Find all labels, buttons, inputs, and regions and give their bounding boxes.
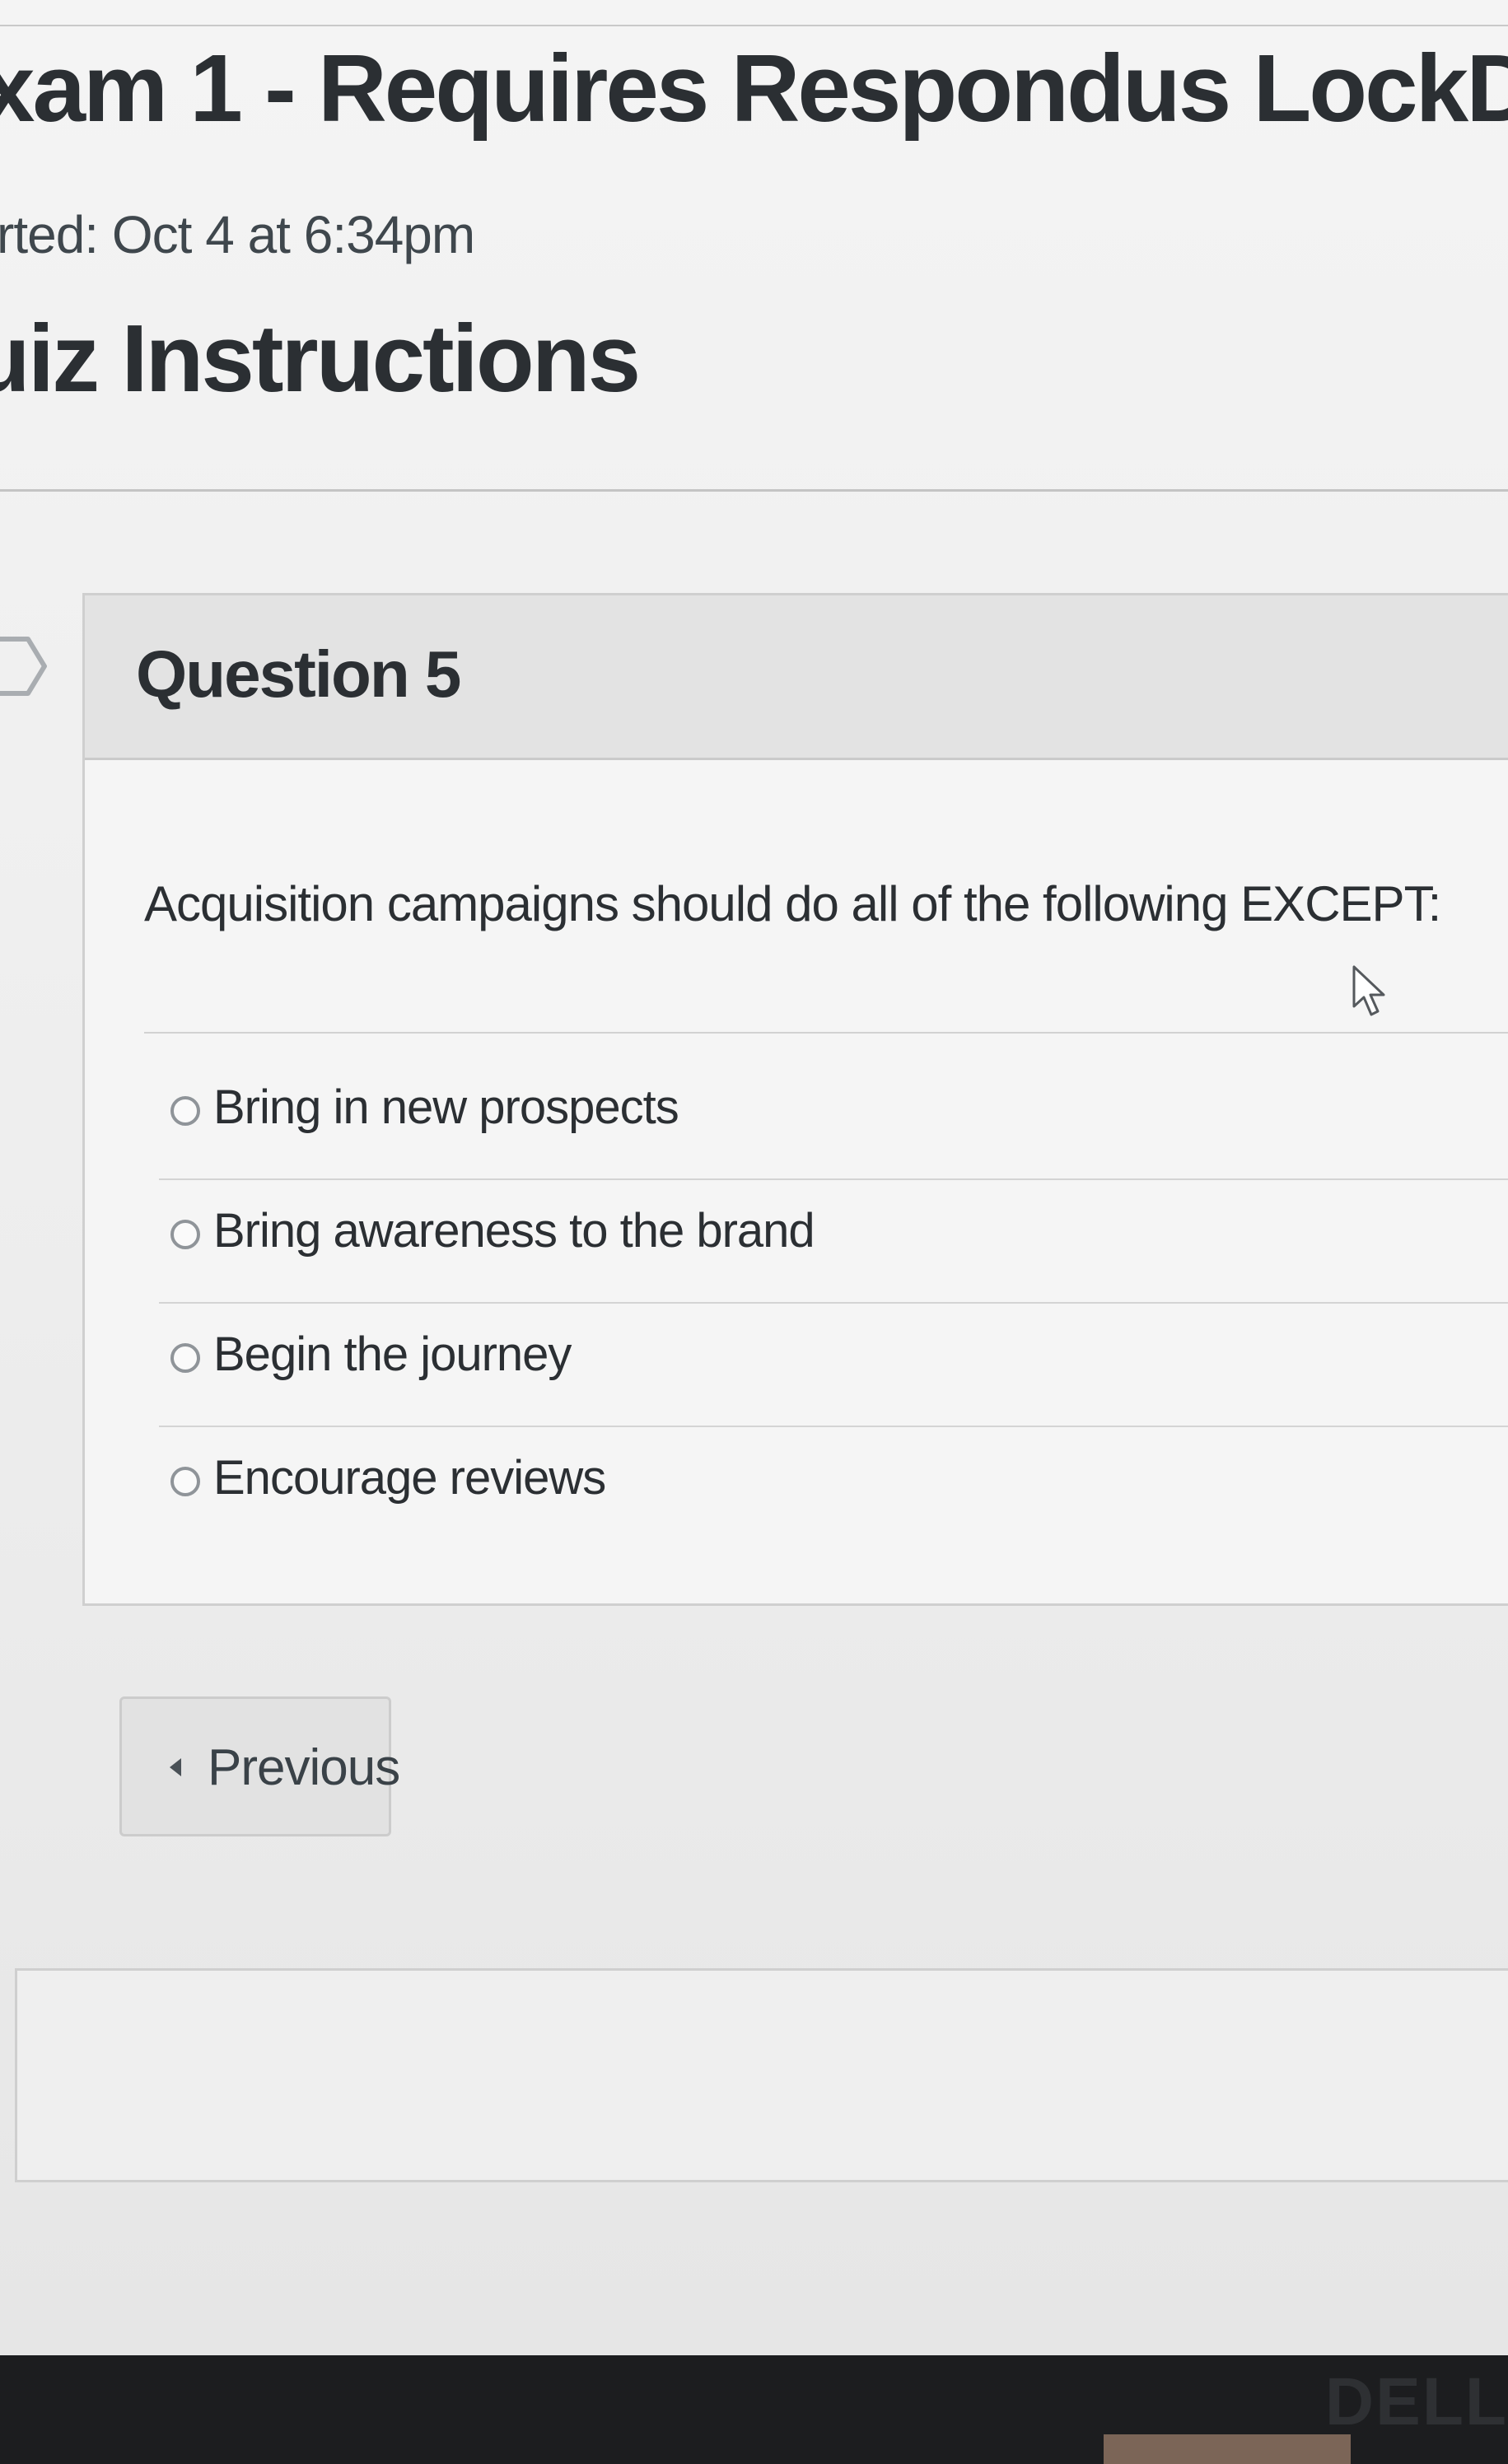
chevron-left-icon xyxy=(170,1758,181,1776)
started-timestamp: rted: Oct 4 at 6:34pm xyxy=(0,205,475,264)
exam-title: xam 1 - Requires Respondus LockDown Brow… xyxy=(0,35,1508,142)
answer-label: Bring awareness to the brand xyxy=(213,1204,815,1258)
quiz-instructions-heading: uiz Instructions xyxy=(0,305,641,412)
radio-button[interactable] xyxy=(170,1467,200,1496)
monitor-bezel: DELL xyxy=(0,2355,1508,2464)
question-card: Question 5 Acquisition campaigns should … xyxy=(82,593,1508,1606)
answer-option[interactable]: Encourage reviews xyxy=(159,1427,1508,1551)
lower-panel xyxy=(15,1968,1508,2182)
question-header: Question 5 xyxy=(85,595,1508,760)
brand-logo: DELL xyxy=(1324,2364,1508,2439)
top-divider xyxy=(0,25,1508,26)
question-text: Acquisition campaigns should do all of t… xyxy=(144,876,1441,931)
previous-button[interactable]: Previous xyxy=(119,1696,400,1836)
background-strip xyxy=(1104,2434,1351,2464)
answer-option[interactable]: Bring in new prospects xyxy=(159,1057,1508,1180)
answer-option[interactable]: Begin the journey xyxy=(159,1304,1508,1427)
radio-button[interactable] xyxy=(170,1343,200,1373)
question-number: Question 5 xyxy=(136,637,461,711)
question-divider xyxy=(144,1032,1508,1034)
radio-button[interactable] xyxy=(170,1220,200,1249)
screen: xam 1 - Requires Respondus LockDown Brow… xyxy=(0,0,1508,2355)
flag-question-icon[interactable] xyxy=(0,634,49,698)
mouse-cursor-icon xyxy=(1352,965,1385,1016)
previous-button-label: Previous xyxy=(208,1739,400,1796)
answer-label: Encourage reviews xyxy=(213,1451,606,1505)
answer-label: Bring in new prospects xyxy=(213,1080,679,1134)
section-divider xyxy=(0,489,1508,492)
answer-option[interactable]: Bring awareness to the brand xyxy=(159,1180,1508,1304)
answer-label: Begin the journey xyxy=(213,1328,572,1381)
radio-button[interactable] xyxy=(170,1096,200,1126)
